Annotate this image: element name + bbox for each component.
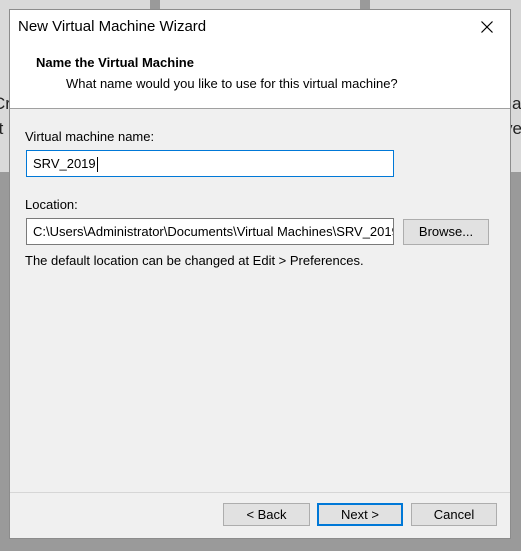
close-button[interactable] xyxy=(464,10,510,44)
new-vm-wizard-dialog: New Virtual Machine Wizard Name the Virt… xyxy=(9,9,511,539)
window-title: New Virtual Machine Wizard xyxy=(18,18,207,35)
background-window-top-mid xyxy=(160,0,360,9)
close-icon xyxy=(481,21,493,33)
background-window-right xyxy=(511,0,521,172)
background-text-fragment: rt xyxy=(0,119,4,138)
background-window-top-left xyxy=(0,0,150,9)
wizard-header: Name the Virtual Machine What name would… xyxy=(10,44,510,109)
location-label: Location: xyxy=(25,197,78,212)
page-title: Name the Virtual Machine xyxy=(36,55,194,70)
background-window-left xyxy=(0,0,9,172)
vm-name-input[interactable]: SRV_2019 xyxy=(26,150,394,177)
page-subtitle: What name would you like to use for this… xyxy=(66,76,398,91)
location-value: C:\Users\Administrator\Documents\Virtual… xyxy=(33,224,394,239)
text-caret xyxy=(96,157,98,173)
back-button[interactable]: < Back xyxy=(223,503,310,526)
default-location-hint: The default location can be changed at E… xyxy=(25,253,364,268)
vm-name-label: Virtual machine name: xyxy=(25,129,155,144)
location-input[interactable]: C:\Users\Administrator\Documents\Virtual… xyxy=(26,218,394,245)
background-text-fragment: a xyxy=(512,94,521,113)
vm-name-value: SRV_2019 xyxy=(33,156,96,171)
cancel-button[interactable]: Cancel xyxy=(411,503,497,526)
browse-button[interactable]: Browse... xyxy=(403,219,489,245)
footer-separator xyxy=(10,492,510,493)
title-bar: New Virtual Machine Wizard xyxy=(10,10,510,44)
next-button[interactable]: Next > xyxy=(317,503,403,526)
background-window-top-right xyxy=(370,0,521,9)
